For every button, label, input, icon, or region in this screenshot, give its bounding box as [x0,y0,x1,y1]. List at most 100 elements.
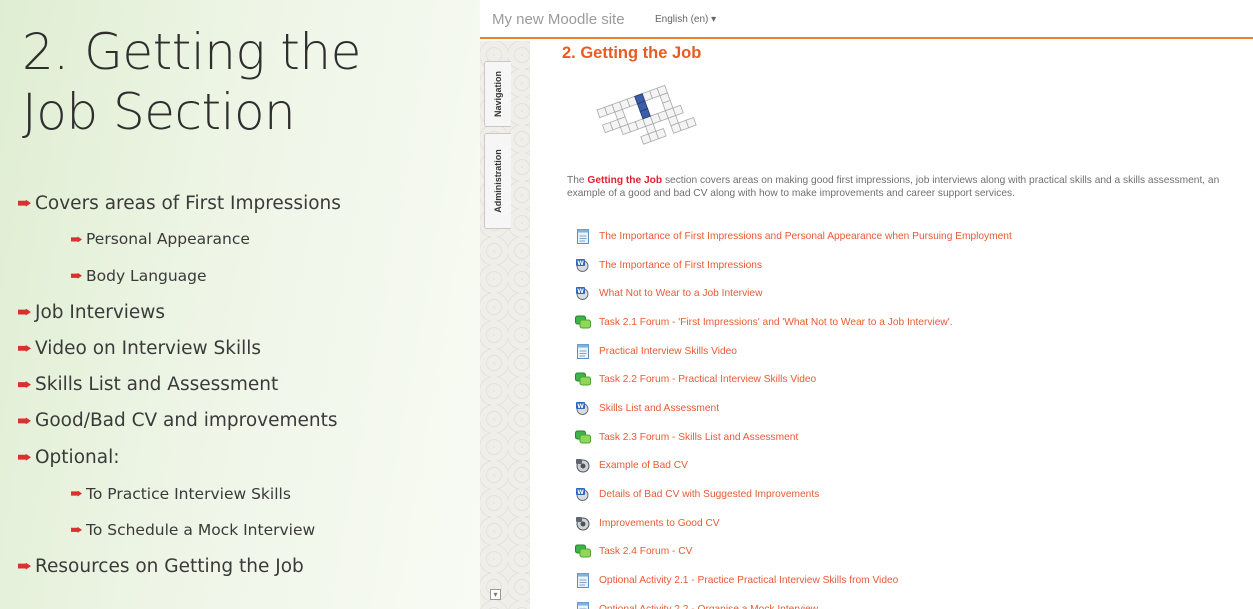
forum-icon[interactable] [575,430,591,445]
bullet-arrow-icon [71,236,82,243]
slide-title: 2. Getting the Job Section [22,22,462,142]
dock-tab-administration[interactable]: Administration [484,133,511,229]
activity-link[interactable]: What Not to Wear to a Job Interview [599,288,762,299]
bullet-arrow-icon [18,417,31,425]
activity-item: Example of Bad CV [575,452,1245,481]
bullet-arrow-icon [71,272,82,279]
slide-bullet-item: Job Interviews [18,294,478,330]
svg-text:W: W [577,489,584,496]
presentation-slide: 2. Getting the Job Section Covers areas … [0,0,480,609]
word-document-icon[interactable]: W [575,487,591,502]
dock-tab-navigation-label: Navigation [493,70,503,118]
dock-tab-administration-label: Administration [493,149,503,213]
slide-bullet-text: Job Interviews [35,301,166,323]
slide-bullet-item: Skills List and Assessment [18,366,478,402]
slide-bullet-text: To Schedule a Mock Interview [86,520,316,539]
file-icon[interactable] [575,516,591,531]
svg-text:W: W [577,260,584,267]
slide-title-line-2: Job Section [22,83,296,141]
bullet-arrow-icon [18,381,31,389]
activity-item: Task 2.4 Forum - CV [575,538,1245,567]
activity-list: The Importance of First Impressions and … [575,222,1245,609]
slide-bullet-list: Covers areas of First Impressions Persona… [18,185,478,584]
slide-bullet-text: Video on Interview Skills [35,337,262,359]
activity-link[interactable]: Task 2.2 Forum - Practical Interview Ski… [599,374,816,385]
activity-link[interactable]: Example of Bad CV [599,460,688,471]
word-document-icon[interactable]: W [575,401,591,416]
activity-link[interactable]: Skills List and Assessment [599,403,719,414]
svg-text:W: W [577,403,584,410]
activity-link[interactable]: Task 2.3 Forum - Skills List and Assessm… [599,432,798,443]
activity-link[interactable]: Task 2.1 Forum - 'First Impressions' and… [599,317,953,328]
file-icon[interactable] [575,458,591,473]
slide-bullet-text: Good/Bad CV and improvements [35,410,338,432]
slide-bullet-item: Video on Interview Skills [18,330,478,366]
slide-bullet-text: Covers areas of First Impressions [35,192,341,214]
page-icon[interactable] [575,573,591,589]
activity-item: Optional Activity 2.1 - Practice Practic… [575,566,1245,595]
bullet-arrow-icon [71,526,82,533]
bullet-arrow-icon [71,490,82,497]
activity-link[interactable]: The Importance of First Impressions and … [599,231,1012,242]
slide-bullet-text: Personal Appearance [86,230,250,249]
slide-bullet-item: To Practice Interview Skills [18,475,478,511]
slide-bullet-item: Body Language [18,258,478,294]
slide-bullet-item: Personal Appearance [18,221,478,257]
summary-text: section covers areas on making good firs… [567,175,1220,199]
activity-item: Optional Activity 2.2 - Organise a Mock … [575,595,1245,609]
bullet-arrow-icon [18,344,31,352]
activity-item: W Details of Bad CV with Suggested Improv… [575,480,1245,509]
word-document-icon[interactable]: W [575,286,591,301]
activity-item: Improvements to Good CV [575,509,1245,538]
summary-prefix: The [567,175,588,186]
page-icon[interactable] [575,601,591,609]
slide-bullet-item: Good/Bad CV and improvements [18,403,478,439]
slide-title-line-1: 2. Getting the [22,23,361,81]
svg-text:W: W [577,288,584,295]
bullet-arrow-icon [18,562,31,570]
activity-item: Practical Interview Skills Video [575,337,1245,366]
activity-item: Task 2.3 Forum - Skills List and Assessm… [575,423,1245,452]
summary-highlight: Getting the Job [587,175,663,186]
course-section: 2. Getting the Job The Getting the Job s… [530,41,1253,609]
crossword-image [596,84,697,145]
site-header: My new Moodle site English (en) ▾ [480,0,1253,39]
slide-bullet-text: Skills List and Assessment [35,374,279,396]
slide-bullet-text: To Practice Interview Skills [86,484,291,503]
slide-bullet-item: Covers areas of First Impressions [18,185,478,221]
slide-bullet-item: Optional: [18,439,478,475]
forum-icon[interactable] [575,372,591,387]
activity-item: Task 2.2 Forum - Practical Interview Ski… [575,365,1245,394]
activity-item: W What Not to Wear to a Job Interview [575,279,1245,308]
forum-icon[interactable] [575,544,591,559]
activity-link[interactable]: Details of Bad CV with Suggested Improve… [599,489,819,500]
site-name-link[interactable]: My new Moodle site [492,11,625,28]
activity-item: W The Importance of First Impressions [575,251,1245,280]
slide-bullet-item: To Schedule a Mock Interview [18,512,478,548]
dock-tab-navigation[interactable]: Navigation [484,61,511,127]
bullet-arrow-icon [18,453,31,461]
slide-bullet-text: Resources on Getting the Job [35,555,304,577]
language-menu[interactable]: English (en) ▾ [655,14,716,25]
slide-bullet-text: Optional: [35,446,120,468]
slide-bullet-item: Resources on Getting the Job [18,548,478,584]
activity-item: W Skills List and Assessment [575,394,1245,423]
activity-link[interactable]: Practical Interview Skills Video [599,346,737,357]
activity-link[interactable]: Optional Activity 2.2 - Organise a Mock … [599,604,818,609]
dock-toggle-icon[interactable]: ▾ [490,589,501,600]
activity-item: Task 2.1 Forum - 'First Impressions' and… [575,308,1245,337]
activity-link[interactable]: Improvements to Good CV [599,518,720,529]
moodle-page: My new Moodle site English (en) ▾ Naviga… [480,0,1253,609]
activity-link[interactable]: Optional Activity 2.1 - Practice Practic… [599,575,898,586]
bullet-arrow-icon [18,308,31,316]
activity-link[interactable]: The Importance of First Impressions [599,260,762,271]
activity-item: The Importance of First Impressions and … [575,222,1245,251]
forum-icon[interactable] [575,315,591,330]
page-icon[interactable] [575,343,591,359]
section-title: 2. Getting the Job [562,44,702,62]
page-icon[interactable] [575,228,591,244]
activity-link[interactable]: Task 2.4 Forum - CV [599,546,692,557]
slide-bullet-text: Body Language [86,266,207,285]
bullet-arrow-icon [18,199,31,207]
word-document-icon[interactable]: W [575,258,591,273]
